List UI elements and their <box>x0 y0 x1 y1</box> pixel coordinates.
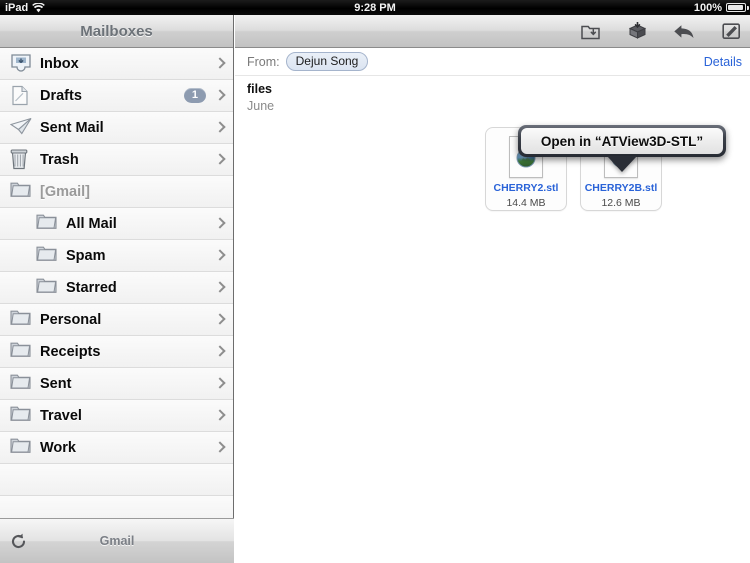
sidebar-item-label: [Gmail] <box>40 183 90 200</box>
unread-badge: 1 <box>183 88 206 103</box>
sidebar-item-label: Travel <box>40 407 82 424</box>
sidebar-item-inbox[interactable]: Inbox <box>0 48 233 80</box>
archive-icon[interactable] <box>624 19 650 43</box>
sidebar-item-gmail[interactable]: [Gmail] <box>0 176 233 208</box>
from-label: From: <box>247 54 280 69</box>
sidebar-item-label: Sent <box>40 375 72 392</box>
chevron-right-icon <box>216 313 224 326</box>
sidebar-item-label: Trash <box>40 151 79 168</box>
from-row: From: Dejun Song Details <box>235 48 750 76</box>
sent-mail-icon <box>9 117 33 139</box>
chevron-right-icon <box>216 217 224 230</box>
chevron-right-icon <box>216 121 224 134</box>
mailbox-row-empty <box>0 496 233 518</box>
folder-icon <box>36 245 59 267</box>
account-label: Gmail <box>99 534 135 548</box>
sidebar-item-drafts[interactable]: Drafts 1 <box>0 80 233 112</box>
sidebar-item-label: Inbox <box>40 55 79 72</box>
folder-icon <box>10 309 33 331</box>
sidebar-bottom-toolbar: Gmail <box>0 518 234 563</box>
sidebar-item-spam[interactable]: Spam <box>0 240 233 272</box>
attachment-name: CHERRY2.stl <box>493 182 559 194</box>
chevron-right-icon <box>216 345 224 358</box>
sidebar-item-sent-mail[interactable]: Sent Mail <box>0 112 233 144</box>
message-toolbar <box>235 15 750 48</box>
inbox-icon <box>10 53 33 75</box>
sidebar-item-label: Drafts <box>40 87 82 104</box>
chevron-right-icon <box>216 249 224 262</box>
sidebar-item-label: Personal <box>40 311 102 328</box>
chevron-right-icon <box>216 377 224 390</box>
move-to-folder-icon[interactable] <box>577 19 603 43</box>
ipad-mail-app: iPad 9:28 PM 100% Mailboxes Inbox Drafts 1… <box>0 0 750 563</box>
folder-icon <box>10 341 33 363</box>
chevron-right-icon <box>216 89 224 102</box>
sidebar-item-label: Sent Mail <box>40 119 104 136</box>
attachment-size: 12.6 MB <box>601 196 641 209</box>
open-in-popup-label: Open in “ATView3D-STL” <box>521 128 723 154</box>
sidebar-item-label: Work <box>40 439 76 456</box>
status-bar-right: 100% <box>693 1 749 14</box>
sidebar-item-label: All Mail <box>66 215 117 232</box>
status-bar: iPad 9:28 PM 100% <box>0 0 750 15</box>
attachment-name: CHERRY2B.stl <box>584 182 658 194</box>
sidebar-item-label: Spam <box>66 247 106 264</box>
mailbox-row-empty <box>0 464 233 496</box>
sender-chip[interactable]: Dejun Song <box>285 52 369 71</box>
sidebar-item-receipts[interactable]: Receipts <box>0 336 233 368</box>
sidebar-item-work[interactable]: Work <box>0 432 233 464</box>
folder-icon <box>36 213 59 235</box>
chevron-right-icon <box>216 441 224 454</box>
message-date: June <box>247 99 275 113</box>
chevron-right-icon <box>216 281 224 294</box>
sidebar-item-label: Starred <box>66 279 117 296</box>
details-link[interactable]: Details <box>704 55 742 69</box>
sidebar-item-personal[interactable]: Personal <box>0 304 233 336</box>
mailbox-list: Inbox Drafts 1 Sent Mail Trash [Gmail] All Mai… <box>0 48 233 518</box>
folder-icon <box>36 277 59 299</box>
popup-arrow-icon <box>607 156 637 172</box>
sidebar-item-starred[interactable]: Starred <box>0 272 233 304</box>
attachment-size: 14.4 MB <box>506 196 546 209</box>
folder-icon <box>10 181 33 203</box>
reply-icon[interactable] <box>671 19 697 43</box>
mailboxes-sidebar: Mailboxes Inbox Drafts 1 Sent Mail Trash [Gma… <box>0 15 234 563</box>
sidebar-navbar: Mailboxes <box>0 15 233 48</box>
compose-icon[interactable] <box>718 19 744 43</box>
page-title: Mailboxes <box>80 22 153 40</box>
battery-icon <box>726 3 749 12</box>
battery-percent-label: 100% <box>693 1 722 14</box>
message-subject: files <box>247 82 273 96</box>
folder-icon <box>10 405 33 427</box>
open-in-popup[interactable]: Open in “ATView3D-STL” <box>518 125 726 172</box>
trash-icon <box>10 148 33 171</box>
sidebar-item-travel[interactable]: Travel <box>0 400 233 432</box>
sidebar-item-sent[interactable]: Sent <box>0 368 233 400</box>
sidebar-item-label: Receipts <box>40 343 101 360</box>
sidebar-item-all-mail[interactable]: All Mail <box>0 208 233 240</box>
drafts-icon <box>10 85 33 107</box>
folder-icon <box>10 437 33 459</box>
chevron-right-icon <box>216 57 224 70</box>
chevron-right-icon <box>216 153 224 166</box>
chevron-right-icon <box>216 409 224 422</box>
folder-icon <box>10 373 33 395</box>
clock: 9:28 PM <box>354 1 396 14</box>
sidebar-item-trash[interactable]: Trash <box>0 144 233 176</box>
message-pane: From: Dejun Song Details files June CHER… <box>235 15 750 563</box>
